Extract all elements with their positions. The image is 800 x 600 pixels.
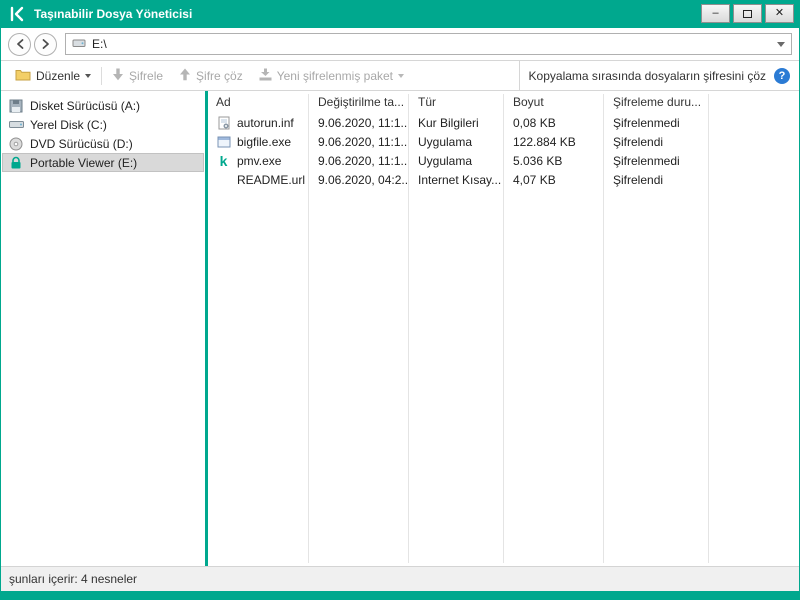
decrypt-arrow-up-icon (179, 68, 191, 84)
encrypt-button[interactable]: Şifrele (104, 61, 171, 90)
forward-button[interactable] (34, 32, 57, 56)
toolbar: Düzenle Şifrele Şifre çöz Yeni şifrelenm… (1, 60, 799, 91)
window-title: Taşınabilir Dosya Yöneticisi (34, 7, 193, 21)
file-size: 122.884 KB (513, 134, 576, 149)
close-button[interactable]: ✕ (765, 4, 794, 23)
status-text: şunları içerir: 4 nesneler (9, 572, 138, 586)
new-package-label: Yeni şifrelenmiş paket (276, 68, 394, 83)
file-type: Uygulama (418, 134, 473, 149)
dvd-drive-icon (8, 137, 24, 151)
address-dropdown-icon[interactable] (777, 41, 785, 47)
file-modified: 9.06.2020, 11:1... (318, 153, 408, 168)
address-text: E:\ (92, 37, 107, 51)
column-header-name[interactable]: Ad (208, 95, 308, 109)
file-row-readme-url[interactable]: README.url 9.06.2020, 04:2... Internet K… (208, 170, 799, 189)
help-icon[interactable]: ? (774, 67, 790, 84)
window-bottom-border (1, 591, 799, 600)
file-name: bigfile.exe (237, 134, 292, 149)
setup-information-file-icon (216, 115, 231, 130)
decrypt-button[interactable]: Şifre çöz (171, 61, 251, 90)
file-size: 5.036 KB (513, 153, 563, 168)
new-package-button[interactable]: Yeni şifrelenmiş paket (251, 61, 412, 90)
sidebar-item-label: Disket Sürücüsü (A:) (30, 98, 141, 113)
sidebar-item-local-disk-c[interactable]: Yerel Disk (C:) (2, 115, 204, 134)
new-package-icon (259, 68, 272, 84)
kaspersky-app-file-icon: k (219, 153, 228, 168)
organize-button[interactable]: Düzenle (7, 61, 99, 90)
minimize-icon: – (712, 7, 719, 19)
sidebar-item-label: Yerel Disk (C:) (30, 117, 107, 132)
column-header-type[interactable]: Tür (408, 95, 503, 109)
column-header-size[interactable]: Boyut (503, 95, 603, 109)
hard-disk-icon (8, 118, 24, 131)
file-encryption-status: Şifrelendi (613, 134, 664, 149)
file-encryption-status: Şifrelenmedi (613, 153, 680, 168)
folder-icon (15, 68, 31, 84)
column-header-encryption[interactable]: Şifreleme duru... (603, 95, 708, 109)
file-modified: 9.06.2020, 04:2... (318, 172, 408, 187)
file-row-pmv-exe[interactable]: k pmv.exe 9.06.2020, 11:1... Uygulama 5.… (208, 151, 799, 170)
file-type: Kur Bilgileri (418, 115, 479, 130)
drive-icon (72, 37, 86, 52)
file-encryption-status: Şifrelendi (613, 172, 664, 187)
toolbar-divider (101, 66, 103, 85)
decrypt-on-copy-section: Kopyalama sırasında dosyaların şifresini… (518, 61, 799, 90)
file-encryption-status: Şifrelenmedi (613, 115, 680, 130)
file-size: 0,08 KB (513, 115, 556, 130)
file-name: pmv.exe (237, 153, 282, 168)
close-icon: ✕ (774, 7, 785, 19)
sidebar-item-dvd-d[interactable]: DVD Sürücüsü (D:) (2, 134, 204, 153)
sidebar-item-floppy-a[interactable]: Disket Sürücüsü (A:) (2, 96, 204, 115)
maximize-icon (743, 9, 752, 18)
maximize-button[interactable] (733, 4, 762, 23)
window-controls: – ✕ (701, 4, 794, 23)
chevron-down-icon (398, 73, 405, 78)
application-file-icon (216, 134, 231, 149)
decrypt-label: Şifre çöz (196, 68, 243, 83)
url-file-icon (216, 172, 231, 187)
column-header-modified[interactable]: Değiştirilme ta... (308, 95, 408, 109)
file-modified: 9.06.2020, 11:1... (318, 134, 408, 149)
portable-file-manager-window: Taşınabilir Dosya Yöneticisi – ✕ E:\ Düz… (0, 0, 800, 600)
arrow-right-icon (42, 39, 49, 49)
main-area: Disket Sürücüsü (A:) Yerel Disk (C:) DVD… (1, 91, 799, 566)
file-list-header: Ad Değiştirilme ta... Tür Boyut Şifrelem… (208, 91, 799, 113)
encrypted-drive-lock-icon (8, 156, 24, 170)
file-type: Internet Kısay... (418, 172, 502, 187)
file-size: 4,07 KB (513, 172, 556, 187)
status-bar: şunları içerir: 4 nesneler (1, 566, 799, 591)
sidebar-item-label: Portable Viewer (E:) (30, 155, 138, 170)
file-type: Uygulama (418, 153, 473, 168)
back-button[interactable] (8, 32, 31, 56)
file-row-autorun-inf[interactable]: autorun.inf 9.06.2020, 11:1... Kur Bilgi… (208, 113, 799, 132)
file-list-pane: Ad Değiştirilme ta... Tür Boyut Şifrelem… (208, 91, 799, 566)
floppy-drive-icon (8, 99, 24, 113)
encrypt-label: Şifrele (129, 68, 164, 83)
kaspersky-logo-icon (7, 4, 27, 24)
drives-sidebar: Disket Sürücüsü (A:) Yerel Disk (C:) DVD… (1, 91, 205, 566)
address-bar[interactable]: E:\ (65, 33, 792, 55)
titlebar: Taşınabilir Dosya Yöneticisi – ✕ (1, 0, 799, 28)
decrypt-on-copy-label: Kopyalama sırasında dosyaların şifresini… (528, 68, 766, 83)
file-modified: 9.06.2020, 11:1... (318, 115, 408, 130)
file-row-bigfile-exe[interactable]: bigfile.exe 9.06.2020, 11:1... Uygulama … (208, 132, 799, 151)
arrow-left-icon (16, 39, 23, 49)
navigation-bar: E:\ (1, 28, 799, 60)
minimize-button[interactable]: – (701, 4, 730, 23)
sidebar-item-label: DVD Sürücüsü (D:) (30, 136, 133, 151)
organize-label: Düzenle (36, 68, 81, 83)
file-name: README.url (237, 172, 306, 187)
chevron-down-icon (85, 73, 92, 78)
encrypt-arrow-down-icon (112, 68, 124, 84)
file-name: autorun.inf (237, 115, 294, 130)
sidebar-item-portable-viewer-e[interactable]: Portable Viewer (E:) (2, 153, 204, 172)
